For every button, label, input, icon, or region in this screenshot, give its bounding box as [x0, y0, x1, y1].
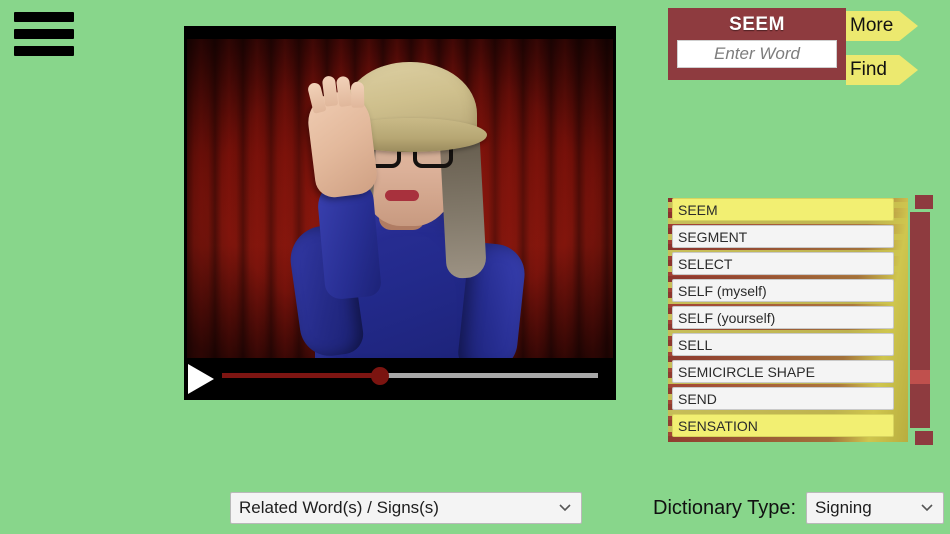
word-list-panel: SEEM SEGMENT SELECT SELF (myself) SELF (your… [668, 195, 950, 445]
hamburger-bar-1 [14, 12, 74, 22]
find-button[interactable]: Find [846, 55, 918, 85]
video-progress-fill [222, 373, 380, 378]
related-words-select[interactable]: Related Word(s) / Signs(s) [230, 492, 582, 524]
video-stage[interactable] [187, 34, 613, 386]
hamburger-bar-2 [14, 29, 74, 39]
word-list-item[interactable]: SEND [672, 387, 894, 410]
signer-figure [187, 34, 613, 386]
scroll-down-button[interactable] [915, 431, 933, 445]
word-list-item[interactable]: SELF (yourself) [672, 306, 894, 329]
chevron-down-icon [559, 504, 571, 511]
scrollbar-thumb[interactable] [910, 370, 930, 384]
hand-finger-3 [335, 75, 353, 108]
hamburger-bar-3 [14, 46, 74, 56]
more-button[interactable]: More [846, 11, 918, 41]
related-words-value: Related Word(s) / Signs(s) [239, 498, 439, 517]
chevron-down-icon [921, 504, 933, 511]
dictionary-type-value: Signing [815, 498, 872, 517]
word-list-item[interactable]: SELL [672, 333, 894, 356]
video-progress-track[interactable] [222, 367, 598, 385]
hamburger-menu-icon[interactable] [14, 12, 74, 56]
scrollbar-track[interactable] [910, 212, 930, 428]
play-triangle-icon[interactable] [188, 364, 214, 394]
hand-finger-4 [350, 81, 365, 108]
scroll-up-button[interactable] [915, 195, 933, 209]
dictionary-type-select[interactable]: Signing [806, 492, 944, 524]
current-word-title: SEEM [729, 14, 785, 35]
signer-raised-forearm [315, 177, 383, 301]
video-progress-thumb[interactable] [370, 367, 389, 385]
signer-lips [385, 190, 419, 201]
letterbox-top [187, 34, 613, 39]
word-list-scrollbar[interactable] [908, 195, 936, 445]
video-controls-bar [184, 358, 616, 400]
dictionary-type-label: Dictionary Type: [653, 497, 797, 519]
word-list-item[interactable]: SEMICIRCLE SHAPE [672, 360, 894, 383]
word-list-item[interactable]: SELF (myself) [672, 279, 894, 302]
word-list[interactable]: SEEM SEGMENT SELECT SELF (myself) SELF (your… [672, 198, 894, 442]
word-list-item[interactable]: SEGMENT [672, 225, 894, 248]
word-list-item[interactable]: SENSATION [672, 414, 894, 437]
word-list-item[interactable]: SELECT [672, 252, 894, 275]
word-list-item[interactable]: SEEM [672, 198, 894, 221]
search-input[interactable] [677, 40, 837, 68]
search-panel: SEEM [668, 8, 846, 80]
video-player[interactable] [184, 26, 616, 400]
